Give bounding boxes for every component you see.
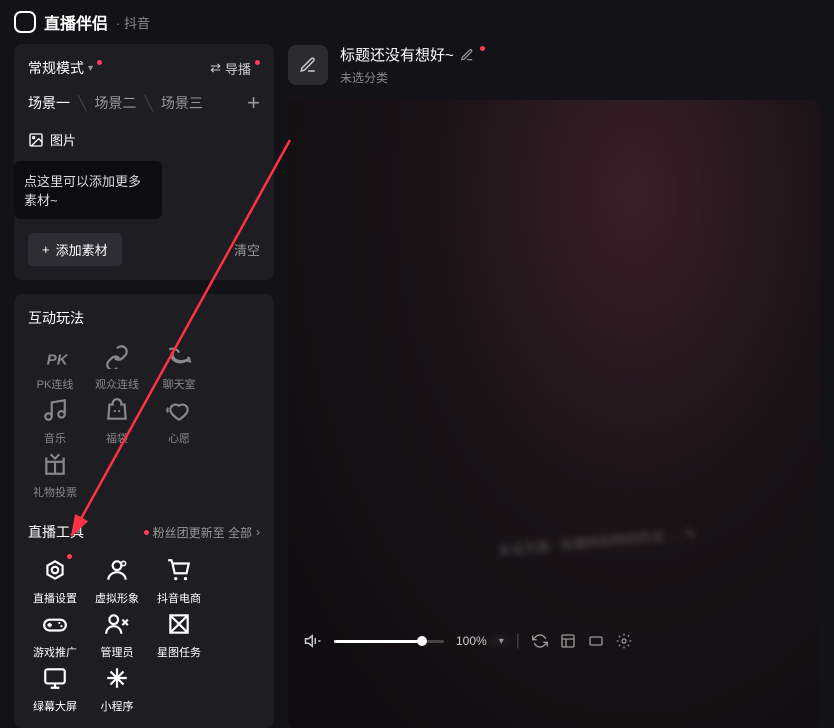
tool-music[interactable]: 音乐	[28, 396, 82, 446]
tool-label: 小程序	[101, 698, 134, 714]
tool-label: 礼物投票	[33, 484, 77, 500]
scene-tab-1[interactable]: 场景一	[28, 93, 70, 113]
window-icon[interactable]	[588, 633, 604, 649]
volume-slider[interactable]	[334, 640, 444, 643]
volume-value: 100%	[456, 634, 487, 648]
fans-update-label: 粉丝团更新至 全部	[153, 524, 252, 541]
tool-label: 音乐	[44, 430, 66, 446]
fans-update-link[interactable]: 粉丝团更新至 全部 ›	[144, 524, 260, 541]
stream-category[interactable]: 未选分类	[340, 69, 485, 86]
source-image-item[interactable]: 图片	[28, 130, 260, 149]
svg-text:PK: PK	[47, 352, 68, 369]
edit-icon	[299, 56, 317, 74]
tool-avatar[interactable]: 虚拟形象	[90, 556, 144, 606]
refresh-icon[interactable]	[532, 633, 548, 649]
avatar-icon	[103, 556, 131, 584]
link-icon	[103, 342, 131, 370]
image-icon	[28, 132, 44, 148]
tool-label: 管理员	[101, 644, 134, 660]
tool-gamepad[interactable]: 游戏推广	[28, 610, 82, 660]
tool-chat[interactable]: 聊天室	[152, 342, 206, 392]
swap-icon: ⇄	[210, 60, 221, 76]
tool-pk[interactable]: PK PK连线	[28, 342, 82, 392]
add-source-button[interactable]: + 添加素材	[28, 233, 122, 266]
tool-label: 抖音电商	[157, 590, 201, 606]
admin-icon	[103, 610, 131, 638]
gear-icon	[41, 556, 69, 584]
cart-icon	[165, 556, 193, 584]
gift-icon	[41, 450, 69, 478]
tool-label: PK连线	[37, 376, 74, 392]
tool-bag[interactable]: 福袋	[90, 396, 144, 446]
tool-cart[interactable]: 抖音电商	[152, 556, 206, 606]
volume-icon[interactable]	[304, 632, 322, 650]
scene-tab-3[interactable]: 场景三	[161, 93, 203, 113]
edit-title-button[interactable]	[288, 45, 328, 85]
interactive-section-title: 互动玩法	[28, 308, 84, 328]
notification-dot	[97, 60, 102, 65]
bag-icon	[103, 396, 131, 424]
add-label: 添加素材	[56, 240, 108, 259]
pk-icon: PK	[41, 342, 69, 370]
add-scene-button[interactable]: +	[247, 90, 260, 116]
volume-dropdown[interactable]: ▾	[499, 636, 504, 647]
settings-icon[interactable]	[616, 633, 632, 649]
mini-icon	[103, 664, 131, 692]
notification-dot	[480, 46, 485, 51]
app-subtitle: · 抖音	[116, 13, 150, 32]
notification-dot	[255, 60, 260, 65]
tool-label: 直播设置	[33, 590, 77, 606]
tool-gear[interactable]: 直播设置	[28, 556, 82, 606]
hint-tooltip: 点这里可以添加更多素材~	[14, 161, 162, 219]
grid-icon[interactable]	[560, 633, 576, 649]
heart-icon	[165, 396, 193, 424]
plus-icon: +	[42, 242, 50, 257]
tool-label: 游戏推广	[33, 644, 77, 660]
tool-link[interactable]: 观众连线	[90, 342, 144, 392]
nav-mode-button[interactable]: ⇄ 导播	[210, 59, 260, 78]
notification-dot	[67, 554, 72, 559]
chat-icon	[165, 342, 193, 370]
tool-label: 观众连线	[95, 376, 139, 392]
tool-label: 虚拟形象	[95, 590, 139, 606]
mode-label: 常规模式	[28, 58, 84, 78]
edit-inline-icon[interactable]	[460, 48, 474, 62]
tool-label: 福袋	[106, 430, 128, 446]
clear-button[interactable]: 清空	[234, 240, 260, 259]
scene-tab-2[interactable]: 场景二	[94, 93, 136, 113]
chevron-right-icon: ›	[256, 525, 260, 539]
tool-gift[interactable]: 礼物投票	[28, 450, 82, 500]
nav-label: 导播	[225, 59, 251, 78]
tool-mini[interactable]: 小程序	[90, 664, 144, 714]
tool-screen[interactable]: 绿幕大屏	[28, 664, 82, 714]
mode-dropdown[interactable]: 常规模式 ▾	[28, 58, 102, 78]
tools-section-title: 直播工具	[28, 522, 84, 542]
tool-label: 聊天室	[163, 376, 196, 392]
tool-label: 心愿	[168, 430, 190, 446]
star-icon	[165, 610, 193, 638]
tool-admin[interactable]: 管理员	[90, 610, 144, 660]
app-title: 直播伴侣	[44, 10, 108, 34]
tool-label: 星图任务	[157, 644, 201, 660]
stream-title: 标题还没有想好~	[340, 44, 454, 65]
source-label: 图片	[50, 130, 76, 149]
gamepad-icon	[41, 610, 69, 638]
tool-star[interactable]: 星图任务	[152, 610, 206, 660]
screen-icon	[41, 664, 69, 692]
tool-heart[interactable]: 心愿	[152, 396, 206, 446]
notification-dot	[144, 530, 149, 535]
chevron-down-icon: ▾	[88, 63, 93, 74]
app-logo-icon	[14, 11, 36, 33]
tool-label: 绿幕大屏	[33, 698, 77, 714]
music-icon	[41, 396, 69, 424]
